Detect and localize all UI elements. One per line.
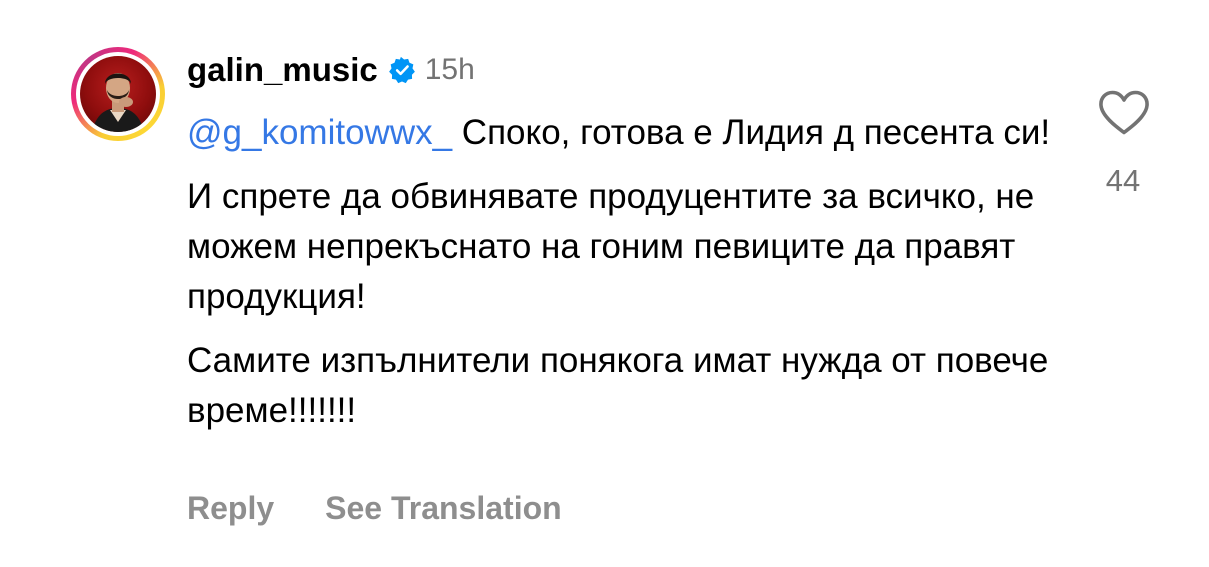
comment-paragraph-1-text: Споко, готова е Лидия д песента си!	[452, 113, 1051, 152]
comment-header: galin_music 15h	[187, 48, 475, 92]
see-translation-button[interactable]: See Translation	[325, 490, 562, 527]
comment-paragraph-1: @g_komitowwx_ Споко, готова е Лидия д пе…	[187, 108, 1067, 158]
avatar-story-ring[interactable]	[71, 47, 165, 141]
heart-icon[interactable]	[1098, 90, 1150, 136]
reply-button[interactable]: Reply	[187, 490, 274, 527]
comment-actions: Reply See Translation	[187, 490, 562, 527]
avatar-image	[92, 73, 144, 132]
comment-paragraph-3: Самите изпълнители понякога имат нужда о…	[187, 341, 1049, 430]
avatar[interactable]	[80, 56, 156, 132]
comment-body: @g_komitowwx_ Споко, готова е Лидия д пе…	[187, 108, 1067, 450]
like-count: 44	[1105, 163, 1141, 198]
comment-paragraph-2: И спрете да обвинявате продуцентите за в…	[187, 177, 1035, 316]
verified-badge-icon	[388, 56, 416, 84]
comment: galin_music 15h @g_komitowwx_ Споко, гот…	[0, 0, 1209, 567]
username-link[interactable]: galin_music	[187, 51, 378, 89]
mention-link[interactable]: @g_komitowwx_	[187, 113, 452, 152]
comment-timestamp[interactable]: 15h	[425, 53, 475, 87]
